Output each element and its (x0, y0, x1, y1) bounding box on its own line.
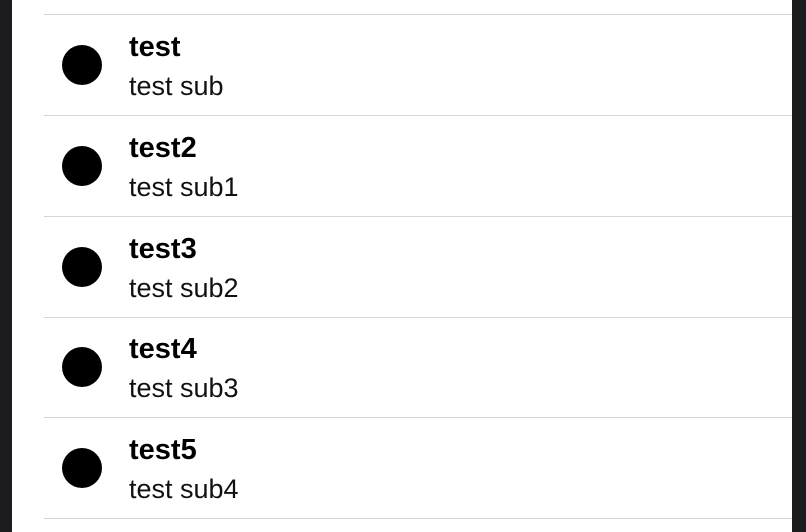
device-frame: test test sub test2 test sub1 test3 test… (0, 0, 806, 532)
list-item[interactable]: test2 test sub1 (12, 116, 792, 217)
row-separator (44, 518, 792, 519)
list-item-subtitle: test sub2 (129, 273, 239, 303)
list-item-subtitle: test sub4 (129, 474, 239, 504)
bullet-dot-icon (62, 347, 102, 387)
list-item-title: test (129, 31, 181, 63)
list-item-title: test3 (129, 233, 197, 265)
list-item-subtitle: test sub1 (129, 172, 239, 202)
list-item-subtitle: test sub3 (129, 373, 239, 403)
list-item-title: test5 (129, 434, 197, 466)
list-item-title: test2 (129, 132, 197, 164)
list-item[interactable]: test4 test sub3 (12, 317, 792, 418)
list-item[interactable]: test3 test sub2 (12, 217, 792, 318)
bullet-dot-icon (62, 247, 102, 287)
bullet-dot-icon (62, 448, 102, 488)
list-item[interactable]: test5 test sub4 (12, 418, 792, 519)
list-item-title: test4 (129, 333, 197, 365)
list-item[interactable]: test test sub (12, 15, 792, 116)
bullet-dot-icon (62, 45, 102, 85)
list-item-subtitle: test sub (129, 71, 224, 101)
screen: test test sub test2 test sub1 test3 test… (12, 0, 792, 532)
bullet-dot-icon (62, 146, 102, 186)
